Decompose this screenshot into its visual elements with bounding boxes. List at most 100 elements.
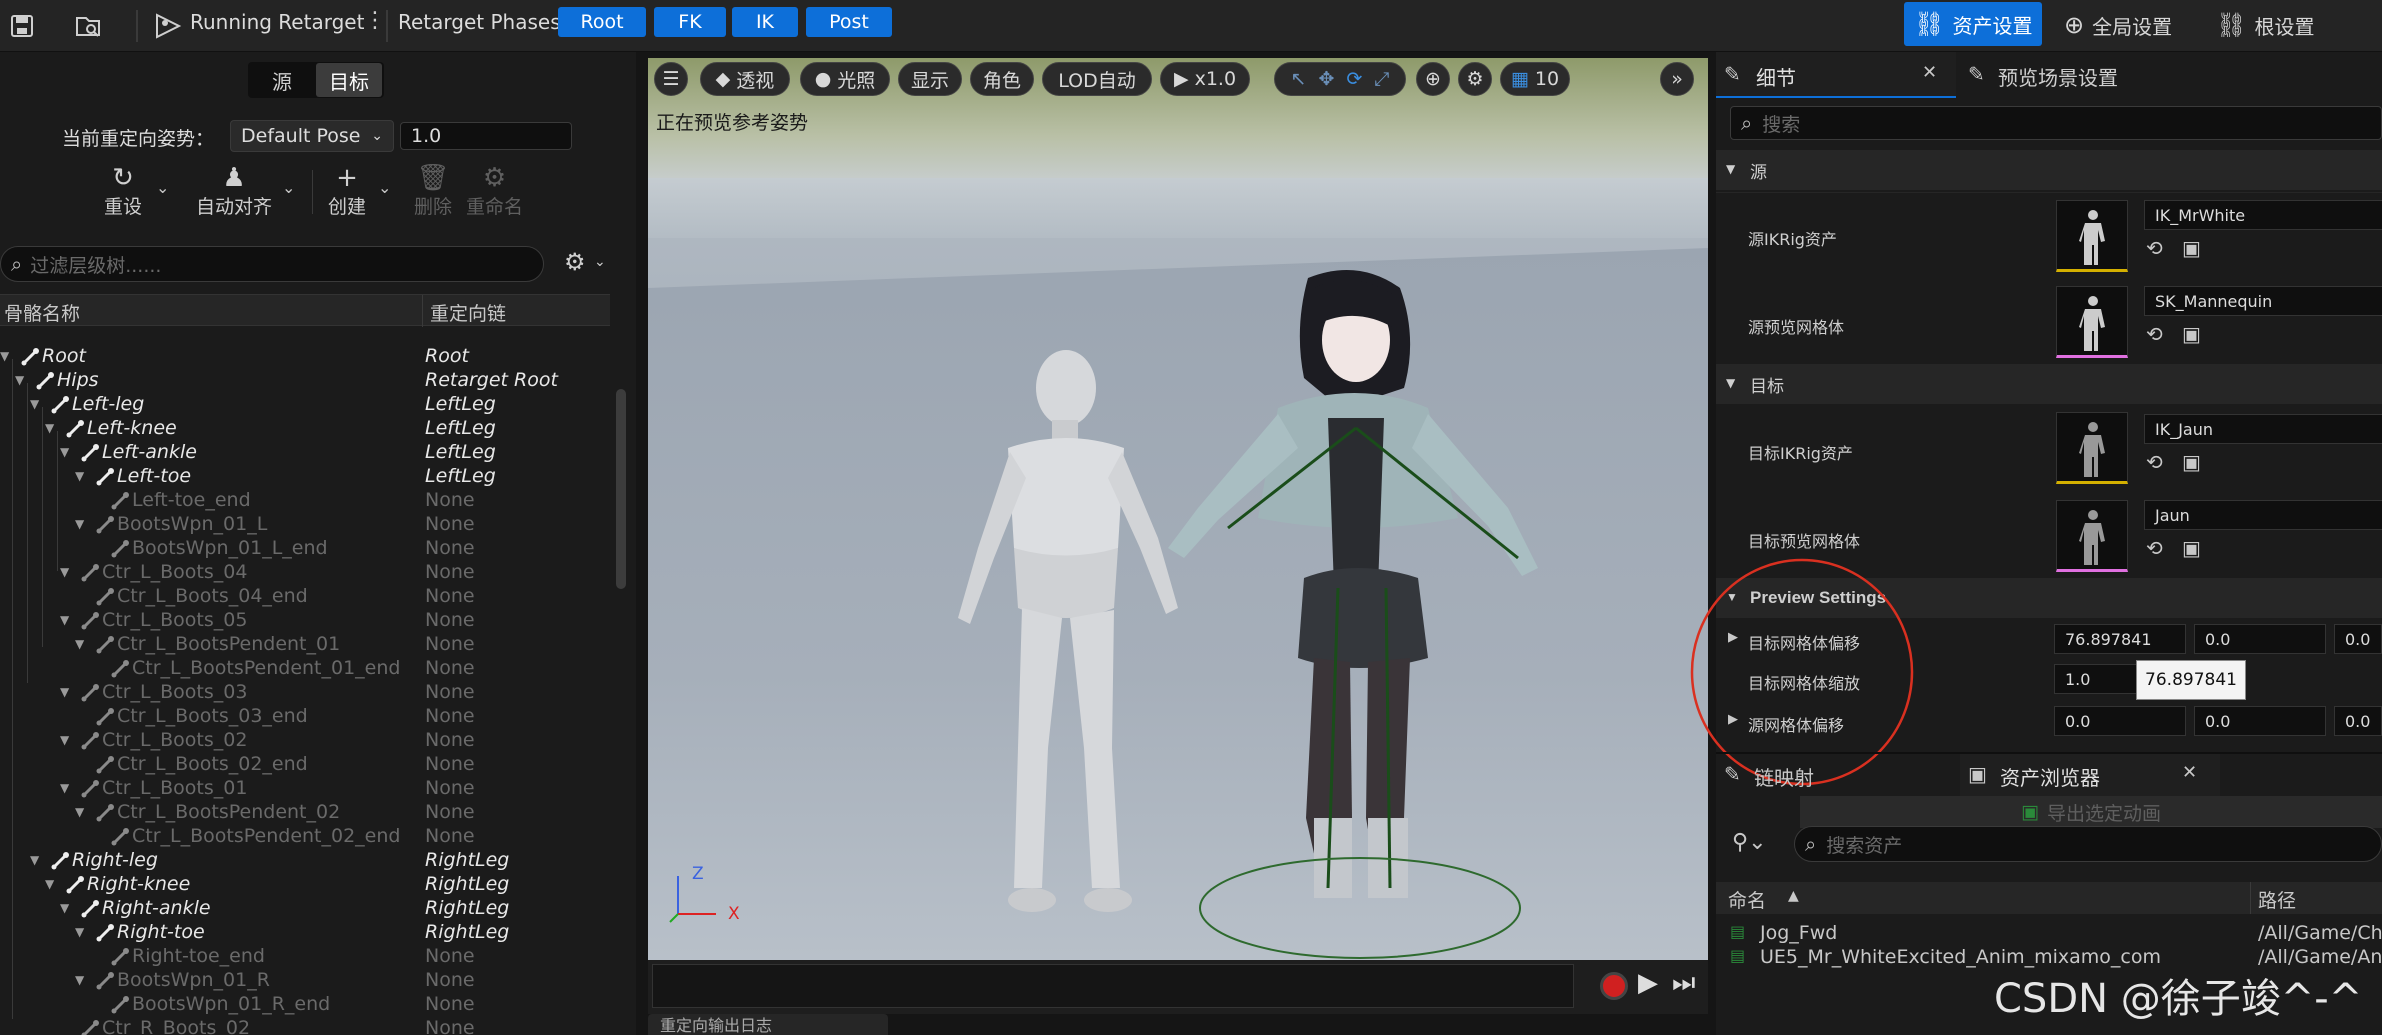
pose-blend-input[interactable]: 1.0	[400, 122, 572, 150]
tree-row[interactable]: ▼ Left-leg LeftLeg	[0, 393, 610, 417]
scrollbar-thumb[interactable]	[616, 389, 626, 589]
pose-select[interactable]: Default Pose ⌄	[230, 120, 394, 152]
target-offset-x-input[interactable]: 76.897841	[2054, 624, 2186, 654]
grid-snap-button[interactable]: ▦ 10	[1500, 62, 1570, 96]
use-selected-icon[interactable]: ⟲	[2146, 536, 2163, 560]
filter-icon[interactable]: ⚲⌄	[1732, 830, 1767, 855]
expand-arrow-icon[interactable]: ▼	[60, 733, 69, 747]
move-icon[interactable]: ✥	[1318, 68, 1334, 90]
browse-asset-icon[interactable]	[70, 8, 106, 44]
lighting-button[interactable]: ● 光照	[800, 62, 890, 96]
scale-icon[interactable]: ⤢	[1374, 68, 1389, 90]
expand-arrow-icon[interactable]: ▼	[75, 925, 84, 939]
col-name[interactable]: 命名	[1728, 886, 1766, 913]
tab-preview-scene[interactable]: ✎ 预览场景设置	[1960, 52, 2260, 98]
source-offset-z-input[interactable]: 0.0	[2334, 706, 2382, 736]
create-button[interactable]: + 创建	[328, 164, 366, 219]
timeline-track[interactable]	[652, 964, 1574, 1008]
use-selected-icon[interactable]: ⟲	[2146, 236, 2163, 260]
expand-arrow-icon[interactable]: ▼	[60, 685, 69, 699]
tree-row[interactable]: ▼ Ctr_L_BootsPendent_01 None	[0, 633, 610, 657]
more-options-icon[interactable]: ⋮	[364, 8, 386, 33]
asset-row[interactable]: ▤ Jog_Fwd /All/Game/Ch	[1716, 922, 2382, 946]
col-path[interactable]: 路径	[2258, 886, 2296, 913]
chevron-down-icon[interactable]: ⌄	[378, 178, 391, 197]
src-ikrig-field[interactable]: IK_MrWhite	[2144, 200, 2382, 230]
tree-row[interactable]: ▼ Hips Retarget Root	[0, 369, 610, 393]
source-offset-y-input[interactable]: 0.0	[2194, 706, 2326, 736]
tree-row[interactable]: ▼ Right-knee RightLeg	[0, 873, 610, 897]
tree-row[interactable]: BootsWpn_01_R_end None	[0, 993, 610, 1017]
surface-snap-icon[interactable]: ⚙	[1458, 62, 1492, 96]
close-icon[interactable]: ✕	[1922, 62, 1937, 83]
details-search-input[interactable]: ⌕ 搜索	[1730, 106, 2382, 140]
expand-arrow-icon[interactable]: ▼	[60, 565, 69, 579]
expand-arrow-icon[interactable]: ▼	[45, 421, 54, 435]
tree-scrollbar[interactable]	[616, 334, 626, 1034]
rotate-icon[interactable]: ⟳	[1346, 68, 1362, 90]
tree-row[interactable]: ▼ Right-toe RightLeg	[0, 921, 610, 945]
asset-settings-button[interactable]: ⛓ 资产设置	[1904, 2, 2043, 46]
expand-arrow-icon[interactable]: ▼	[30, 853, 39, 867]
output-log-tab[interactable]: 重定向输出日志	[648, 1014, 888, 1035]
hierarchy-filter-input[interactable]: ⌕ 过滤层级树......	[0, 246, 544, 282]
close-icon[interactable]: ✕	[2182, 762, 2197, 783]
select-icon[interactable]: ↖	[1291, 68, 1307, 90]
expand-arrow-icon[interactable]: ▼	[60, 781, 69, 795]
sort-ascending-icon[interactable]: ▲	[1788, 888, 1799, 904]
tree-row[interactable]: ▼ Left-ankle LeftLeg	[0, 441, 610, 465]
playback-speed-button[interactable]: ▶ x1.0	[1160, 62, 1250, 96]
browse-asset-icon[interactable]: ▣	[2182, 322, 2201, 346]
expand-arrow-icon[interactable]: ▼	[60, 613, 69, 627]
reset-button[interactable]: ↻ 重设	[104, 164, 142, 219]
rename-button[interactable]: ⚙ 重命名	[466, 164, 523, 219]
asset-search-input[interactable]: ⌕ 搜索资产	[1794, 826, 2382, 862]
coord-system-icon[interactable]: ⊕	[1416, 62, 1450, 96]
phase-fk-button[interactable]: FK	[654, 7, 726, 37]
src-ikrig-thumbnail[interactable]	[2056, 200, 2128, 272]
tree-row[interactable]: ▼ Ctr_L_Boots_01 None	[0, 777, 610, 801]
tree-row[interactable]: ▼ Ctr_L_BootsPendent_02 None	[0, 801, 610, 825]
viewport-menu-button[interactable]: ☰	[654, 62, 688, 96]
tree-row[interactable]: Right-toe_end None	[0, 945, 610, 969]
tgt-ikrig-field[interactable]: IK_Jaun	[2144, 414, 2382, 444]
expand-arrow-icon[interactable]: ▼	[45, 877, 54, 891]
settings-gear-icon[interactable]: ⚙	[564, 248, 586, 276]
src-mesh-thumbnail[interactable]	[2056, 286, 2128, 358]
tgt-mesh-thumbnail[interactable]	[2056, 500, 2128, 572]
tree-row[interactable]: ▼ Right-ankle RightLeg	[0, 897, 610, 921]
save-icon[interactable]	[4, 8, 40, 44]
expand-arrow-icon[interactable]: ▼	[75, 517, 84, 531]
chevron-down-icon[interactable]: ⌄	[156, 178, 169, 197]
tree-row[interactable]: ▼ Left-knee LeftLeg	[0, 417, 610, 441]
global-settings-button[interactable]: ⊕ 全局设置	[2054, 2, 2182, 48]
browse-asset-icon[interactable]: ▣	[2182, 236, 2201, 260]
root-settings-button[interactable]: ⛓ 根设置	[2206, 2, 2324, 48]
tree-row[interactable]: ▼ BootsWpn_01_R None	[0, 969, 610, 993]
expand-arrow-icon[interactable]: ▼	[75, 637, 84, 651]
seg-source[interactable]: 源	[250, 63, 314, 97]
tree-row[interactable]: ▼ BootsWpn_01_L None	[0, 513, 610, 537]
src-mesh-field[interactable]: SK_Mannequin	[2144, 286, 2382, 316]
target-offset-y-input[interactable]: 0.0	[2194, 624, 2326, 654]
expand-arrow-icon[interactable]: ▼	[15, 373, 24, 387]
tree-row[interactable]: Ctr_R_Boots_02 None	[0, 1017, 610, 1035]
section-target[interactable]: ▼ 目标	[1716, 364, 2382, 404]
tree-row[interactable]: ▼ Left-toe LeftLeg	[0, 465, 610, 489]
chevron-down-icon[interactable]: ⌄	[282, 178, 295, 197]
use-selected-icon[interactable]: ⟲	[2146, 450, 2163, 474]
tgt-ikrig-thumbnail[interactable]	[2056, 412, 2128, 484]
expand-arrow-icon[interactable]: ▼	[75, 805, 84, 819]
transform-tools[interactable]: ↖ ✥ ⟳ ⤢	[1274, 62, 1406, 96]
expand-toolbar-icon[interactable]: »	[1660, 62, 1694, 96]
col-bone-name[interactable]: 骨骼名称	[4, 299, 80, 326]
tree-row[interactable]: ▼ Root Root	[0, 345, 610, 369]
record-icon[interactable]	[1600, 972, 1628, 1000]
delete-button[interactable]: 🗑 删除	[414, 164, 452, 219]
col-retarget-chain[interactable]: 重定向链	[430, 299, 506, 326]
show-button[interactable]: 显示	[898, 62, 962, 96]
step-forward-icon[interactable]: ⏭	[1672, 968, 1695, 999]
phase-post-button[interactable]: Post	[806, 7, 892, 37]
browse-asset-icon[interactable]: ▣	[2182, 536, 2201, 560]
phase-ik-button[interactable]: IK	[732, 7, 798, 37]
